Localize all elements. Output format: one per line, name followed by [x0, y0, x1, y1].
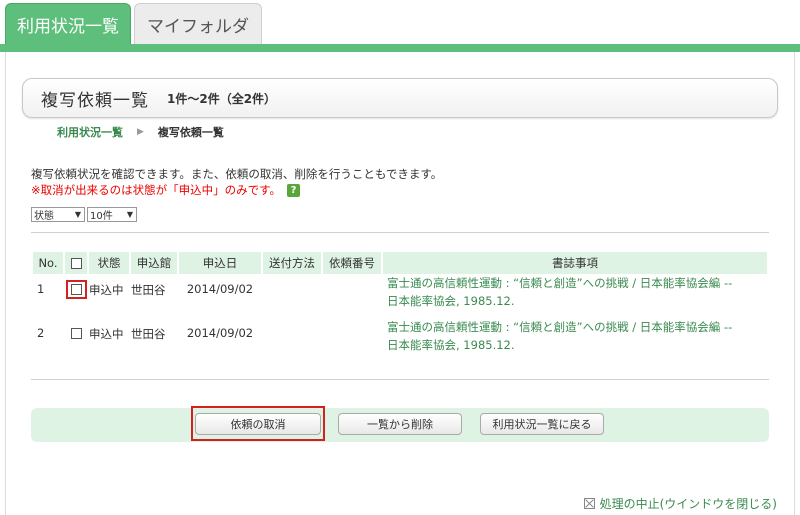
row-checkbox-cell [65, 318, 87, 362]
breadcrumb-current: 複写依頼一覧 [157, 126, 224, 139]
chevron-down-icon: ▼ [126, 210, 133, 219]
row-request-no [323, 274, 381, 318]
result-count: 1件～2件（全2件） [167, 91, 277, 106]
back-to-usage-list-button[interactable]: 利用状況一覧に戻る [480, 413, 604, 435]
close-icon [583, 498, 595, 509]
col-library: 申込館 [131, 252, 177, 274]
biblio-line[interactable]: 富士通の高信頼性運動 : “信頼と創造”への挑戦 / 日本能率協会編 -- [387, 318, 767, 336]
select-all-checkbox[interactable] [70, 258, 82, 269]
breadcrumb: 利用状況一覧 ▶ 複写依頼一覧 [57, 124, 224, 140]
row-date: 2014/09/02 [186, 282, 254, 296]
row-no: 1 [37, 282, 45, 296]
row-checkbox[interactable] [70, 284, 82, 295]
tab-usage-list[interactable]: 利用状況一覧 [5, 3, 131, 45]
status-select[interactable]: 状態 ▼ [31, 207, 85, 222]
close-window-label[interactable]: 処理の中止(ウインドウを閉じる) [600, 495, 777, 512]
table-row: 2 申込中 世田谷 2014/09/02 富士通の高信頼性運動 : “信頼と創造… [33, 318, 767, 362]
row-status: 申込中 [89, 327, 124, 341]
page-title: 複写依頼一覧 [41, 90, 149, 111]
row-library: 世田谷 [131, 283, 166, 297]
biblio-line[interactable]: 日本能率協会, 1985.12. [387, 292, 767, 310]
checkbox-highlight [65, 280, 87, 299]
row-date: 2014/09/02 [186, 326, 254, 340]
row-checkbox[interactable] [70, 328, 82, 339]
description-text: 複写依頼状況を確認できます。また、依頼の取消、削除を行うこともできます。 [31, 167, 443, 181]
count-select[interactable]: 10件 ▼ [87, 207, 137, 222]
row-request-no [323, 318, 381, 362]
breadcrumb-arrow-icon: ▶ [137, 127, 144, 137]
col-status: 状態 [89, 252, 129, 274]
page-title-box: 複写依頼一覧 1件～2件（全2件） [22, 78, 778, 118]
biblio-line[interactable]: 日本能率協会, 1985.12. [387, 336, 767, 354]
row-checkbox-cell [65, 274, 87, 318]
divider [31, 379, 769, 380]
col-no: No. [33, 252, 63, 274]
divider [31, 232, 769, 233]
request-table: No. 状態 申込館 申込日 送付方法 依頼番号 書誌事項 1 申込中 世田谷 … [31, 252, 769, 362]
chevron-down-icon: ▼ [74, 210, 81, 219]
col-delivery: 送付方法 [263, 252, 321, 274]
count-select-value: 10件 [90, 211, 113, 222]
row-biblio[interactable]: 富士通の高信頼性運動 : “信頼と創造”への挑戦 / 日本能率協会編 -- 日本… [383, 318, 767, 362]
warning-row: ※取消が出来るのは状態が「申込中」のみです。 ? [31, 182, 300, 198]
status-select-value: 状態 [34, 211, 54, 222]
row-no: 2 [37, 326, 45, 340]
biblio-line[interactable]: 富士通の高信頼性運動 : “信頼と創造”への挑戦 / 日本能率協会編 -- [387, 274, 767, 292]
delete-from-list-button[interactable]: 一覧から削除 [338, 413, 462, 435]
col-biblio: 書誌事項 [383, 252, 767, 274]
col-date: 申込日 [179, 252, 261, 274]
row-status: 申込中 [89, 283, 124, 297]
table-row: 1 申込中 世田谷 2014/09/02 富士通の高信頼性運動 : “信頼と創造… [33, 274, 767, 318]
help-icon[interactable]: ? [286, 183, 300, 197]
tab-my-folder[interactable]: マイフォルダ [134, 3, 262, 45]
breadcrumb-usage-list-link[interactable]: 利用状況一覧 [57, 124, 123, 140]
tab-underline [0, 44, 800, 52]
row-delivery [263, 318, 321, 362]
warning-text: ※取消が出来るのは状態が「申込中」のみです。 [31, 183, 281, 197]
row-biblio[interactable]: 富士通の高信頼性運動 : “信頼と創造”への挑戦 / 日本能率協会編 -- 日本… [383, 274, 767, 318]
col-request-no: 依頼番号 [323, 252, 381, 274]
filter-selects: 状態 ▼ 10件 ▼ [31, 207, 137, 222]
cancel-request-button[interactable]: 依頼の取消 [195, 413, 321, 435]
close-window-link[interactable]: 処理の中止(ウインドウを閉じる) [583, 495, 777, 512]
table-header-row: No. 状態 申込館 申込日 送付方法 依頼番号 書誌事項 [33, 252, 767, 274]
row-delivery [263, 274, 321, 318]
col-select-all [65, 252, 87, 274]
tab-bar: 利用状況一覧 マイフォルダ [0, 0, 800, 52]
row-library: 世田谷 [131, 327, 166, 341]
